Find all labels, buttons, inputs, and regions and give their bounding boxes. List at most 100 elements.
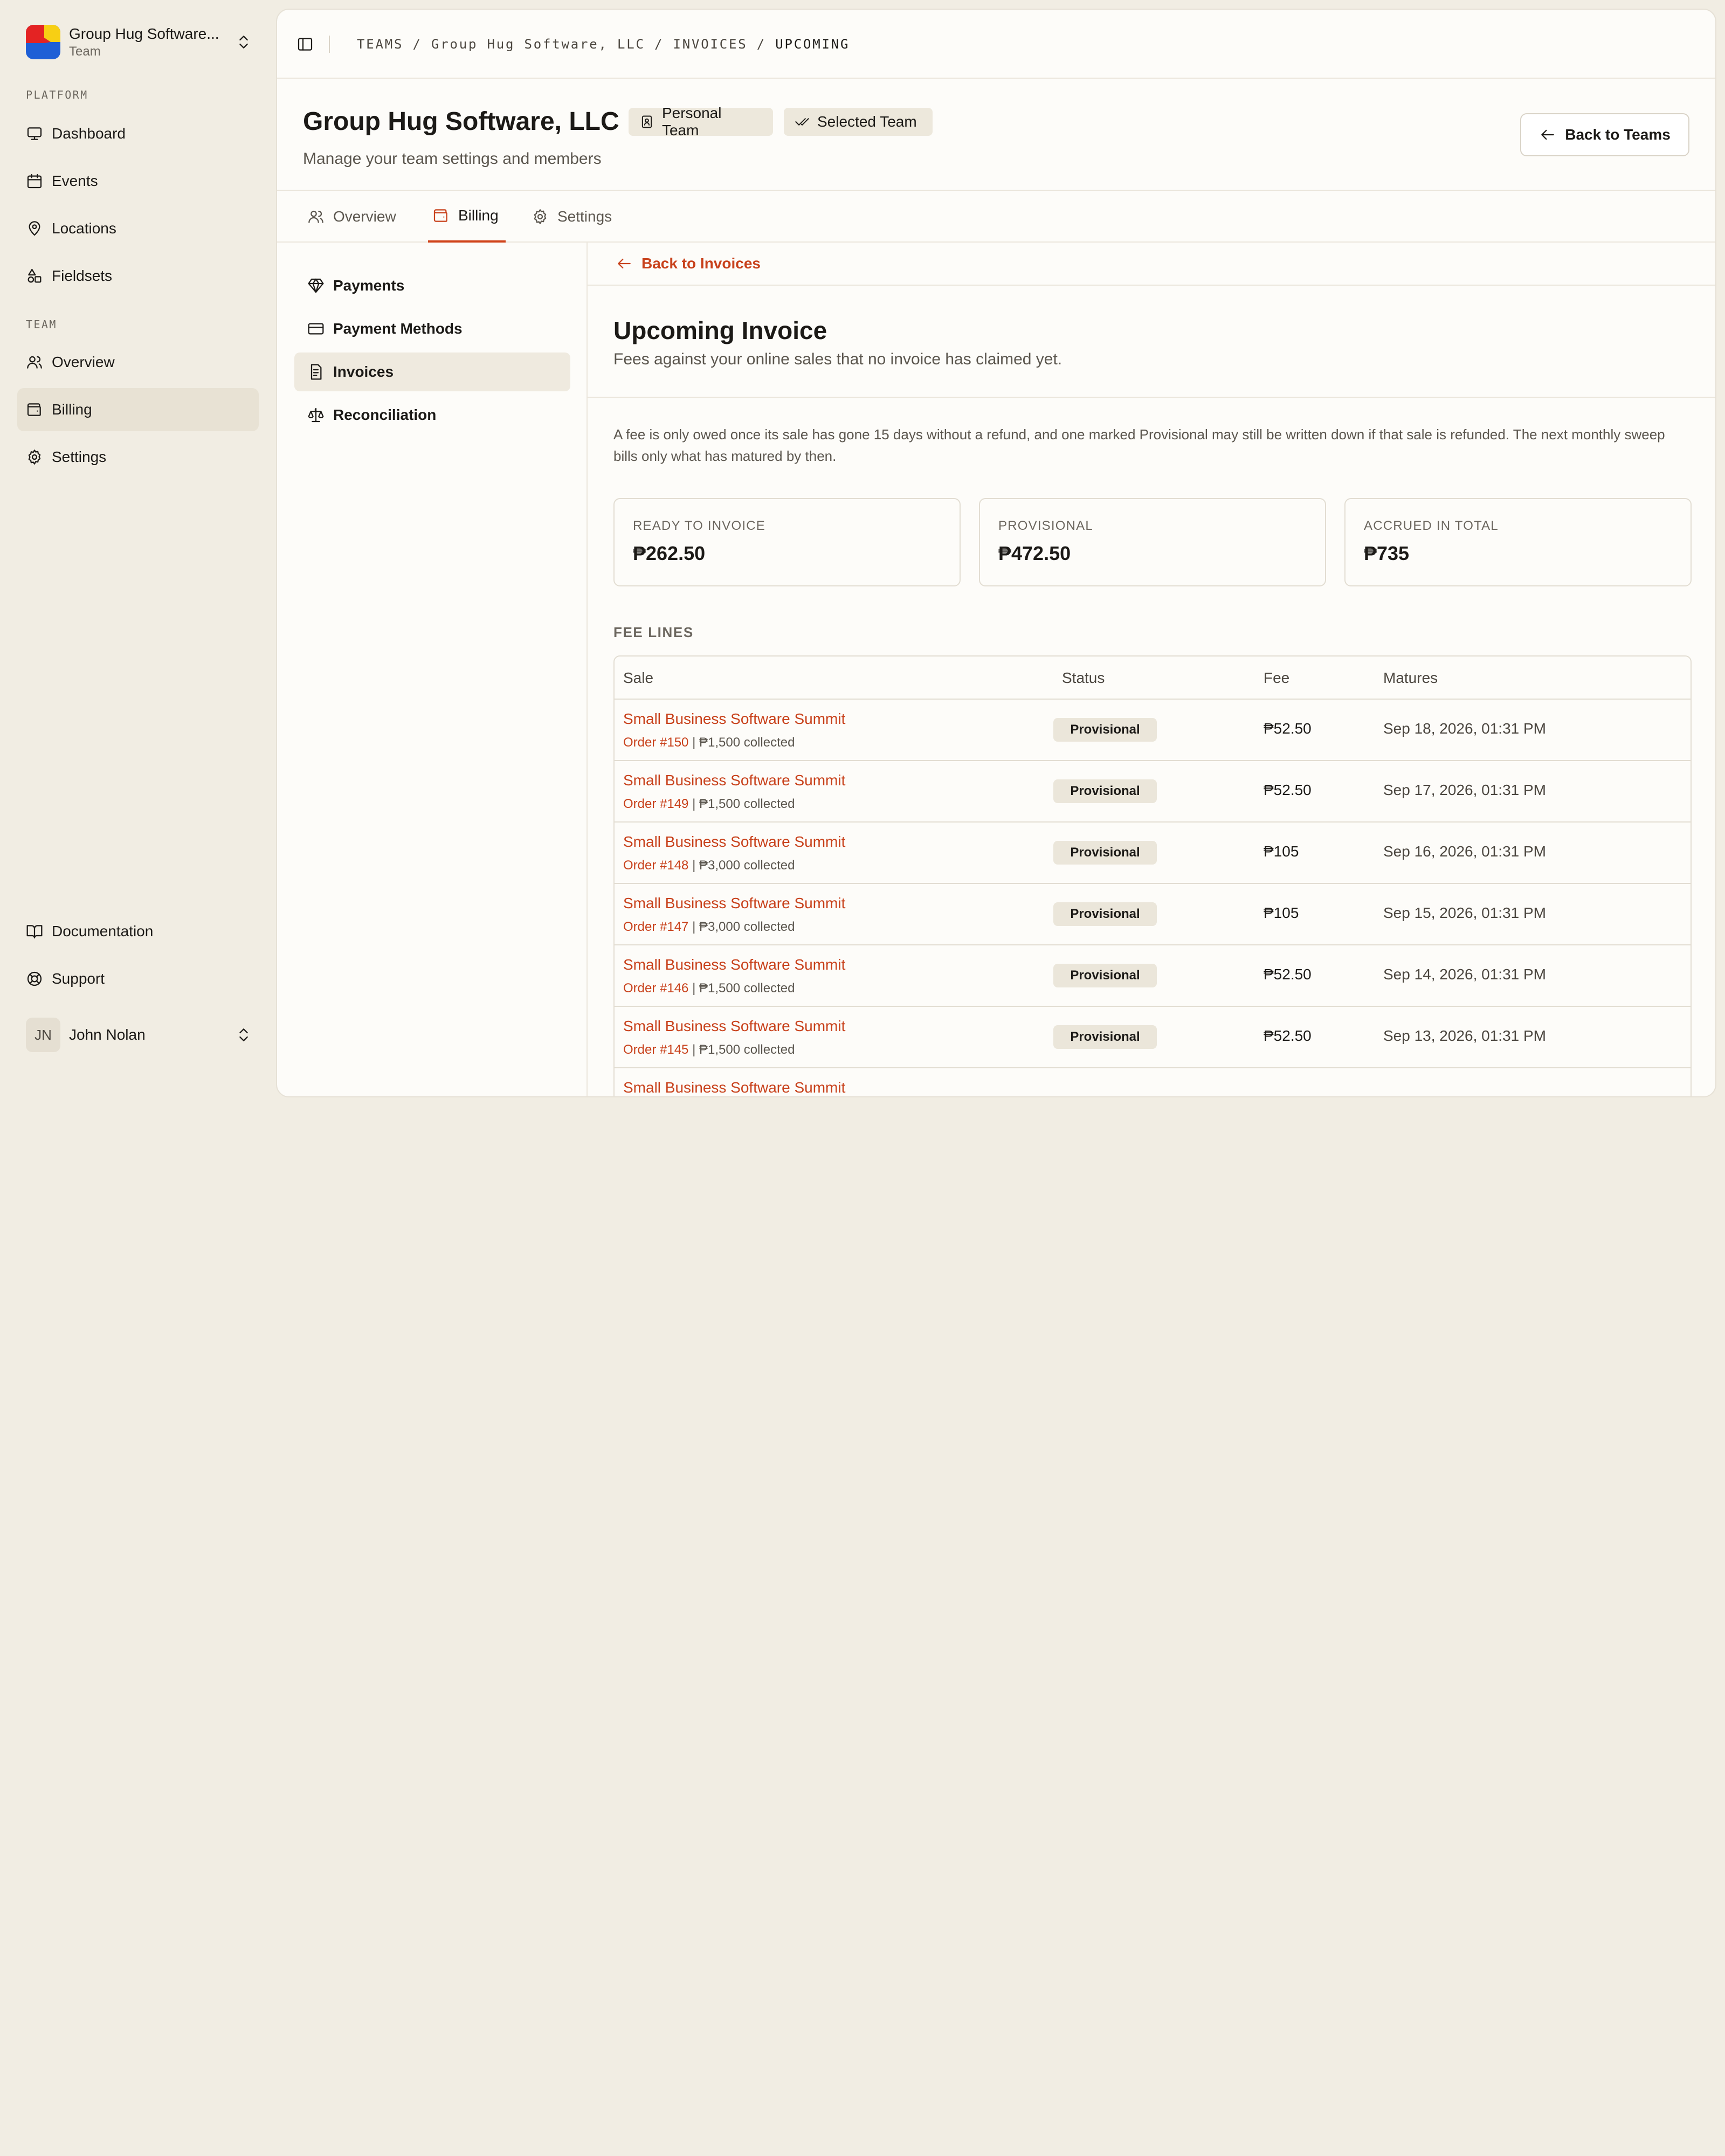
invoice-notice: A fee is only owed once its sale has gon… xyxy=(613,426,1665,464)
sidebar-item-dashboard[interactable]: Dashboard xyxy=(17,112,259,155)
platform-section-label: PLATFORM xyxy=(26,88,88,101)
subnav-item-payments[interactable]: Payments xyxy=(294,266,570,305)
tab-billing[interactable]: Billing xyxy=(428,191,506,243)
page-subtitle: Manage your team settings and members xyxy=(303,150,602,168)
sidebar-item-label: Dashboard xyxy=(52,125,126,142)
collected-amount: | ₱3,000 collected xyxy=(688,920,795,934)
subnav-item-reconciliation[interactable]: Reconciliation xyxy=(294,396,570,434)
team-switcher-text: Group Hug Software... Team xyxy=(69,24,229,60)
credit-card-icon xyxy=(308,323,324,335)
divider xyxy=(329,36,330,53)
sidebar-item-label: Locations xyxy=(52,220,116,237)
collected-amount: | ₱1,500 collected xyxy=(688,1042,795,1057)
sale-link[interactable]: Small Business Software Summit xyxy=(623,1018,845,1035)
fee-amount: ₱52.50 xyxy=(1264,720,1312,737)
column-header-status: Status xyxy=(1062,669,1105,686)
user-menu[interactable]: JN John Nolan xyxy=(26,1017,252,1053)
sidebar-item-label: Documentation xyxy=(52,923,154,939)
subnav-item-payment-methods[interactable]: Payment Methods xyxy=(294,309,570,348)
contact-card-icon xyxy=(641,115,652,128)
back-to-teams-button[interactable]: Back to Teams xyxy=(1520,113,1689,156)
users-icon xyxy=(27,356,42,369)
collected-amount: | ₱1,500 collected xyxy=(688,735,795,750)
team-name: Group Hug Software... xyxy=(69,25,219,42)
status-badge: Provisional xyxy=(1053,902,1157,926)
matures-date: Sep 16, 2026, 01:31 PM xyxy=(1383,843,1546,860)
invoice-header: Upcoming Invoice Fees against your onlin… xyxy=(588,286,1715,398)
subnav-label: Reconciliation xyxy=(333,406,437,423)
table-row: Small Business Software Summit Order #14… xyxy=(615,823,1690,884)
sidebar-item-overview[interactable]: Overview xyxy=(17,341,259,384)
matures-date: Sep 18, 2026, 01:31 PM xyxy=(1383,720,1546,737)
breadcrumb-current: UPCOMING xyxy=(775,37,850,52)
gear-icon xyxy=(28,450,41,465)
sidebar: Group Hug Software... Team PLATFORM Dash… xyxy=(0,0,276,1078)
badge-label: Selected Team xyxy=(817,113,917,130)
sidebar-item-locations[interactable]: Locations xyxy=(17,207,259,250)
fee-amount: ₱52.50 xyxy=(1264,782,1312,798)
gem-icon xyxy=(308,278,324,293)
sale-link[interactable]: Small Business Software Summit xyxy=(623,772,845,789)
tab-settings[interactable]: Settings xyxy=(527,191,616,243)
stat-label: READY TO INVOICE xyxy=(633,519,765,533)
order-link[interactable]: Order #147 xyxy=(623,920,688,934)
fee-lines-heading: FEE LINES xyxy=(613,624,694,640)
button-label: Back to Teams xyxy=(1565,126,1671,143)
tab-label: Overview xyxy=(333,208,396,225)
sale-link[interactable]: Small Business Software Summit xyxy=(623,710,845,728)
sale-meta: Order #146 | ₱1,500 collected xyxy=(623,981,795,996)
invoice-subtitle: Fees against your online sales that no i… xyxy=(613,350,1062,368)
sale-link[interactable]: Small Business Software Summit xyxy=(623,956,845,973)
tab-label: Settings xyxy=(557,208,612,225)
sidebar-item-settings[interactable]: Settings xyxy=(17,436,259,479)
main-panel: TEAMS / Group Hug Software, LLC / INVOIC… xyxy=(276,9,1716,1097)
avatar: JN xyxy=(26,1018,60,1052)
collected-amount: | ₱1,500 collected xyxy=(688,797,795,811)
tab-overview[interactable]: Overview xyxy=(303,191,401,243)
sidebar-item-fieldsets[interactable]: Fieldsets xyxy=(17,254,259,298)
subnav-label: Payment Methods xyxy=(333,320,463,337)
map-pin-icon xyxy=(29,221,40,236)
team-logo-icon xyxy=(26,25,60,59)
sidebar-item-label: Events xyxy=(52,172,98,189)
sale-link[interactable]: Small Business Software Summit xyxy=(623,1079,845,1096)
sale-meta: Order #147 | ₱3,000 collected xyxy=(623,920,795,935)
shapes-icon xyxy=(27,268,42,283)
column-header-sale: Sale xyxy=(623,669,654,686)
order-link[interactable]: Order #149 xyxy=(623,797,688,811)
stat-value: ₱262.50 xyxy=(633,542,706,564)
matures-date: Sep 17, 2026, 01:31 PM xyxy=(1383,782,1546,798)
table-row: Small Business Software Summit Order #14… xyxy=(615,761,1690,823)
table-row: Small Business Software Summit xyxy=(615,1068,1690,1096)
collected-amount: | ₱3,000 collected xyxy=(688,858,795,873)
fee-amount: ₱52.50 xyxy=(1264,1027,1312,1044)
subnav-label: Payments xyxy=(333,277,405,294)
table-row: Small Business Software Summit Order #14… xyxy=(615,884,1690,945)
back-to-invoices-link[interactable]: Back to Invoices xyxy=(588,243,1715,286)
table-header: Sale Status Fee Matures xyxy=(615,657,1690,700)
sidebar-toggle-icon[interactable] xyxy=(296,36,314,53)
sidebar-item-support[interactable]: Support xyxy=(17,957,259,1000)
breadcrumb-trail[interactable]: TEAMS / Group Hug Software, LLC / INVOIC… xyxy=(357,37,775,52)
team-switcher[interactable]: Group Hug Software... Team xyxy=(26,24,252,60)
table-row: Small Business Software Summit Order #14… xyxy=(615,1007,1690,1068)
sidebar-item-events[interactable]: Events xyxy=(17,160,259,203)
personal-team-badge: Personal Team xyxy=(629,105,773,139)
order-link[interactable]: Order #150 xyxy=(623,735,688,750)
stat-label: PROVISIONAL xyxy=(998,519,1093,533)
stat-ready-to-invoice: READY TO INVOICE ₱262.50 xyxy=(613,498,961,586)
user-name: John Nolan xyxy=(69,1026,146,1043)
order-link[interactable]: Order #146 xyxy=(623,981,688,996)
sale-meta: Order #145 | ₱1,500 collected xyxy=(623,1042,795,1058)
sidebar-item-billing[interactable]: Billing xyxy=(17,388,259,431)
order-link[interactable]: Order #145 xyxy=(623,1042,688,1057)
sidebar-item-documentation[interactable]: Documentation xyxy=(17,910,259,953)
sale-link[interactable]: Small Business Software Summit xyxy=(623,895,845,912)
status-badge: Provisional xyxy=(1053,1025,1157,1049)
wallet-icon xyxy=(27,403,41,416)
wallet-icon xyxy=(433,209,447,222)
subnav-item-invoices[interactable]: Invoices xyxy=(294,353,570,391)
order-link[interactable]: Order #148 xyxy=(623,858,688,873)
matures-date: Sep 15, 2026, 01:31 PM xyxy=(1383,904,1546,921)
sale-link[interactable]: Small Business Software Summit xyxy=(623,833,845,851)
